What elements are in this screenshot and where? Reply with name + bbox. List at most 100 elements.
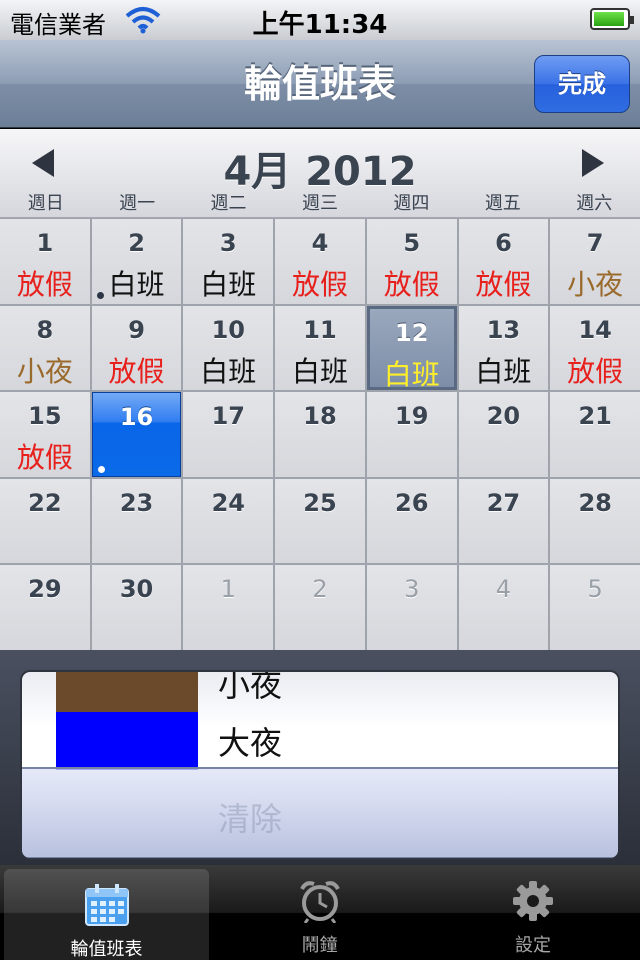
tab-bar: 輪值班表 鬧鐘 設定 [0, 865, 640, 960]
day-cell[interactable]: 22 [0, 478, 90, 564]
status-clock: 上午11:34 [252, 10, 388, 40]
status-bar: 電信業者 上午11:34 [0, 0, 640, 40]
tab-label: 鬧鐘 [301, 935, 338, 956]
day-cell[interactable]: 24 [183, 478, 274, 564]
day-number: 12 [395, 318, 429, 347]
shift-label: 白班 [200, 354, 257, 388]
day-number: 6 [495, 229, 512, 257]
shift-label: 白班 [383, 357, 440, 391]
weekday-label: 週日 [27, 193, 64, 214]
day-cell[interactable]: 20 [458, 392, 549, 477]
shift-label: 放假 [16, 441, 73, 475]
day-number: 14 [578, 315, 612, 344]
tab-gear[interactable]: 設定 [426, 865, 639, 960]
day-cell[interactable]: 4 [458, 565, 549, 650]
day-cell[interactable]: 14 放假 [550, 305, 640, 391]
picker-row[interactable]: 大夜 [22, 704, 618, 770]
day-cell[interactable]: 2 [275, 565, 365, 650]
day-number: 21 [578, 402, 612, 431]
picker-selection-band [22, 767, 618, 858]
day-number: 25 [303, 488, 337, 517]
day-cell[interactable]: 3 白班 [183, 219, 274, 304]
day-number: 1 [220, 575, 236, 604]
picker-row[interactable]: 小夜 [22, 670, 618, 712]
day-cell[interactable]: 11 白班 [275, 305, 365, 391]
weekday-label: 週五 [484, 193, 521, 214]
event-dot-icon [97, 466, 105, 474]
day-cell[interactable]: 27 [458, 478, 549, 564]
day-cell[interactable]: 5 放假 [366, 219, 457, 304]
day-cell[interactable]: 18 [275, 392, 365, 477]
day-number: 13 [486, 315, 521, 344]
day-number: 22 [28, 488, 62, 517]
shift-label: 放假 [475, 268, 532, 301]
shift-label: 白班 [291, 354, 348, 388]
day-number: 3 [404, 575, 420, 604]
day-number: 29 [28, 575, 62, 604]
day-number: 28 [578, 488, 612, 517]
weekday-label: 週四 [393, 193, 430, 214]
shift-color-swatch [56, 672, 198, 712]
shift-picker[interactable]: 清除大夜小夜 [20, 670, 620, 860]
day-cell[interactable]: 21 [550, 392, 640, 477]
day-cell[interactable]: 1 [183, 565, 274, 650]
day-cell[interactable]: 17 [183, 392, 274, 477]
day-cell[interactable]: 9 放假 [91, 305, 182, 391]
day-cell[interactable]: 23 [91, 478, 182, 564]
battery-icon [590, 8, 634, 30]
tab-alarm-clock[interactable]: 鬧鐘 [213, 865, 426, 960]
day-cell[interactable]: 12 白班 [366, 305, 457, 391]
day-cell[interactable]: 2 白班 [91, 219, 182, 304]
day-cell[interactable]: 13 白班 [458, 305, 549, 391]
picker-label: 小夜 [218, 670, 283, 704]
weekday-label: 週三 [301, 193, 338, 214]
day-number: 15 [28, 402, 62, 431]
weekday-row: 週日 週一 週二 週三 週四 週五 週六 [0, 189, 640, 215]
day-cell[interactable]: 1 放假 [0, 219, 90, 304]
day-cell[interactable]: 10 白班 [183, 305, 274, 391]
day-number: 2 [312, 575, 328, 604]
day-cell[interactable]: 25 [275, 478, 365, 564]
day-number: 3 [219, 229, 237, 257]
day-number: 19 [395, 402, 429, 431]
day-cell[interactable]: 15 放假 [0, 392, 90, 477]
day-number: 1 [36, 229, 54, 257]
day-number: 20 [486, 402, 521, 431]
day-cell[interactable]: 4 放假 [275, 219, 365, 304]
shift-label: 放假 [16, 268, 73, 301]
shift-label: 白班 [108, 268, 165, 301]
calendar-icon [83, 883, 131, 927]
alarm-clock-icon [296, 879, 344, 924]
day-number: 8 [36, 315, 54, 344]
shift-label: 小夜 [16, 354, 73, 388]
next-month-arrow-icon[interactable] [582, 149, 604, 177]
shift-label: 放假 [567, 354, 624, 388]
day-number: 24 [211, 488, 245, 517]
day-cell[interactable]: 7 小夜 [550, 219, 640, 304]
shift-label: 白班 [475, 354, 532, 388]
day-cell[interactable]: 6 放假 [458, 219, 549, 304]
day-cell[interactable]: 28 [550, 478, 640, 564]
day-cell[interactable]: 8 小夜 [0, 305, 90, 391]
day-cell[interactable]: 16 [91, 392, 182, 477]
tab-calendar[interactable]: 輪值班表 [4, 869, 209, 960]
weekday-label: 週一 [119, 193, 156, 214]
tab-label: 輪值班表 [70, 939, 143, 960]
day-cell[interactable]: 3 [366, 565, 457, 650]
day-cell[interactable]: 30 [91, 565, 182, 650]
day-cell[interactable]: 5 [550, 565, 640, 650]
day-number: 5 [403, 229, 421, 257]
calendar-grid: 1 放假 2 白班 3 白班 4 放假 5 放假 6 放假 7 小夜 8 小夜 9 放假 10 白班 11 白班 12 白班 1… [0, 218, 640, 650]
day-number: 16 [119, 403, 154, 432]
battery-level [594, 12, 625, 26]
shift-label: 小夜 [567, 268, 624, 301]
day-number: 4 [495, 575, 512, 604]
calendar-header: 4月 2012 週日 週一 週二 週三 週四 週五 週六 [0, 129, 640, 218]
day-cell[interactable]: 26 [366, 478, 457, 564]
day-number: 5 [587, 575, 603, 604]
day-number: 30 [119, 575, 154, 604]
done-button[interactable]: 完成 [534, 55, 630, 113]
navigation-bar: 輪值班表 完成 [0, 40, 640, 128]
day-cell[interactable]: 19 [366, 392, 457, 477]
day-cell[interactable]: 29 [0, 565, 90, 650]
